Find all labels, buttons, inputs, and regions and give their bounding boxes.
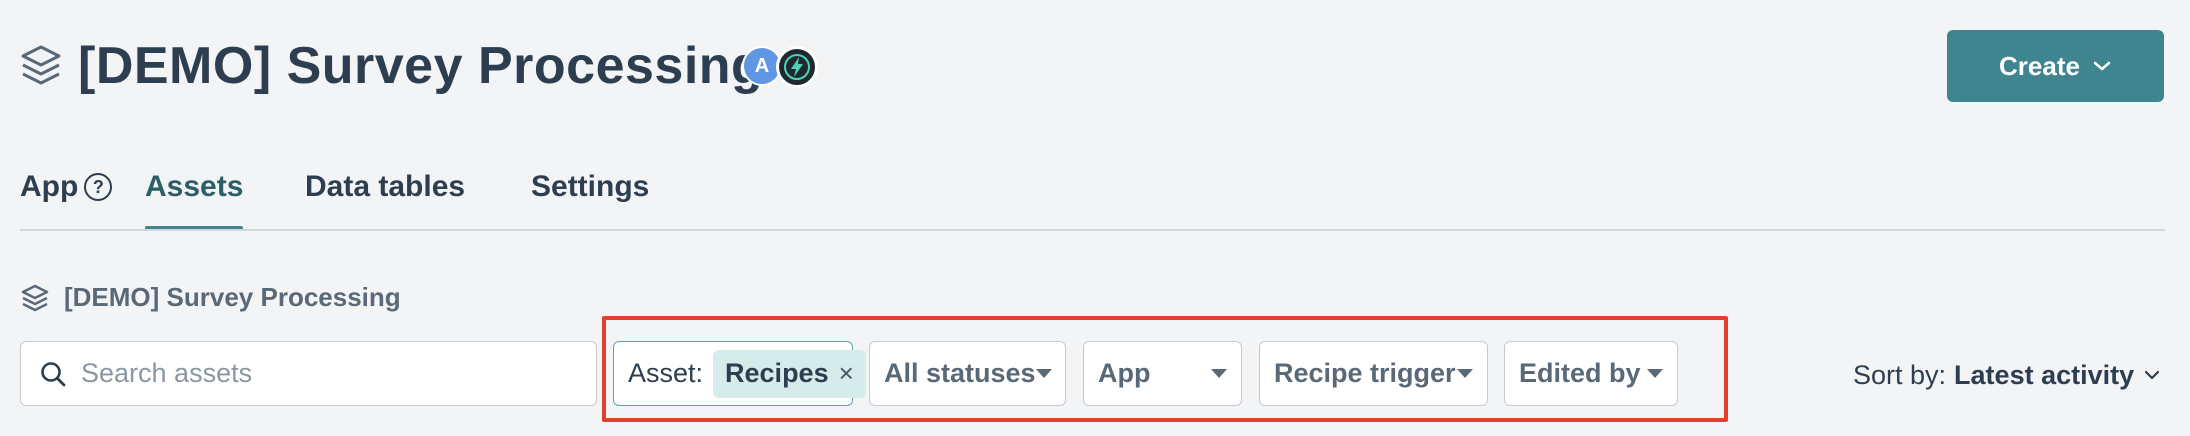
tab-data-tables-label: Data tables [305, 170, 466, 203]
status-filter[interactable]: All statuses [869, 341, 1066, 406]
create-button[interactable]: Create [1947, 30, 2164, 102]
app-filter[interactable]: App [1083, 341, 1242, 406]
caret-down-icon [1647, 369, 1663, 378]
tab-assets[interactable]: Assets [145, 170, 244, 230]
tabs-divider [20, 229, 2165, 231]
breadcrumb-label[interactable]: [DEMO] Survey Processing [64, 282, 401, 313]
tab-settings-label: Settings [531, 170, 650, 203]
app-filter-label: App [1098, 358, 1151, 388]
asset-filter-prefix: Asset: [628, 358, 704, 388]
page: [DEMO] Survey Processing A Create App ? … [0, 0, 2190, 436]
create-button-label: Create [1999, 50, 2080, 81]
sort-value: Latest activity [1954, 359, 2135, 390]
asset-filter[interactable]: Asset: Recipes × [613, 341, 866, 406]
breadcrumb: [DEMO] Survey Processing [20, 282, 401, 313]
edited-by-filter-label: Edited by [1519, 358, 1641, 388]
search-field[interactable] [20, 341, 597, 406]
lightning-icon[interactable] [776, 46, 818, 88]
page-title: [DEMO] Survey Processing [78, 37, 764, 95]
search-icon [41, 361, 66, 386]
search-input[interactable] [81, 358, 596, 389]
chevron-down-icon [2093, 61, 2111, 71]
tab-app[interactable]: App ? [20, 170, 113, 230]
asset-tag-label: Recipes [725, 358, 829, 388]
tab-data-tables[interactable]: Data tables [305, 170, 465, 230]
sort-dropdown[interactable]: Sort by: Latest activity [1853, 355, 2162, 395]
stack-icon [21, 284, 49, 311]
edited-by-filter[interactable]: Edited by [1504, 341, 1678, 406]
recipe-trigger-filter[interactable]: Recipe trigger [1259, 341, 1488, 406]
tab-app-label: App [20, 170, 79, 203]
recipe-trigger-filter-label: Recipe trigger [1274, 358, 1456, 388]
tab-settings[interactable]: Settings [531, 170, 649, 230]
caret-down-icon [1035, 369, 1052, 378]
chevron-down-icon [2145, 370, 2160, 380]
stack-icon [21, 45, 61, 85]
sort-prefix: Sort by: [1853, 359, 1947, 390]
asset-tag: Recipes × [713, 349, 866, 398]
help-icon[interactable]: ? [84, 173, 113, 201]
close-icon[interactable]: × [839, 358, 854, 389]
status-filter-label: All statuses [884, 358, 1036, 388]
tab-assets-label: Assets [145, 170, 244, 203]
caret-down-icon [1211, 369, 1227, 378]
caret-down-icon [1457, 369, 1473, 378]
